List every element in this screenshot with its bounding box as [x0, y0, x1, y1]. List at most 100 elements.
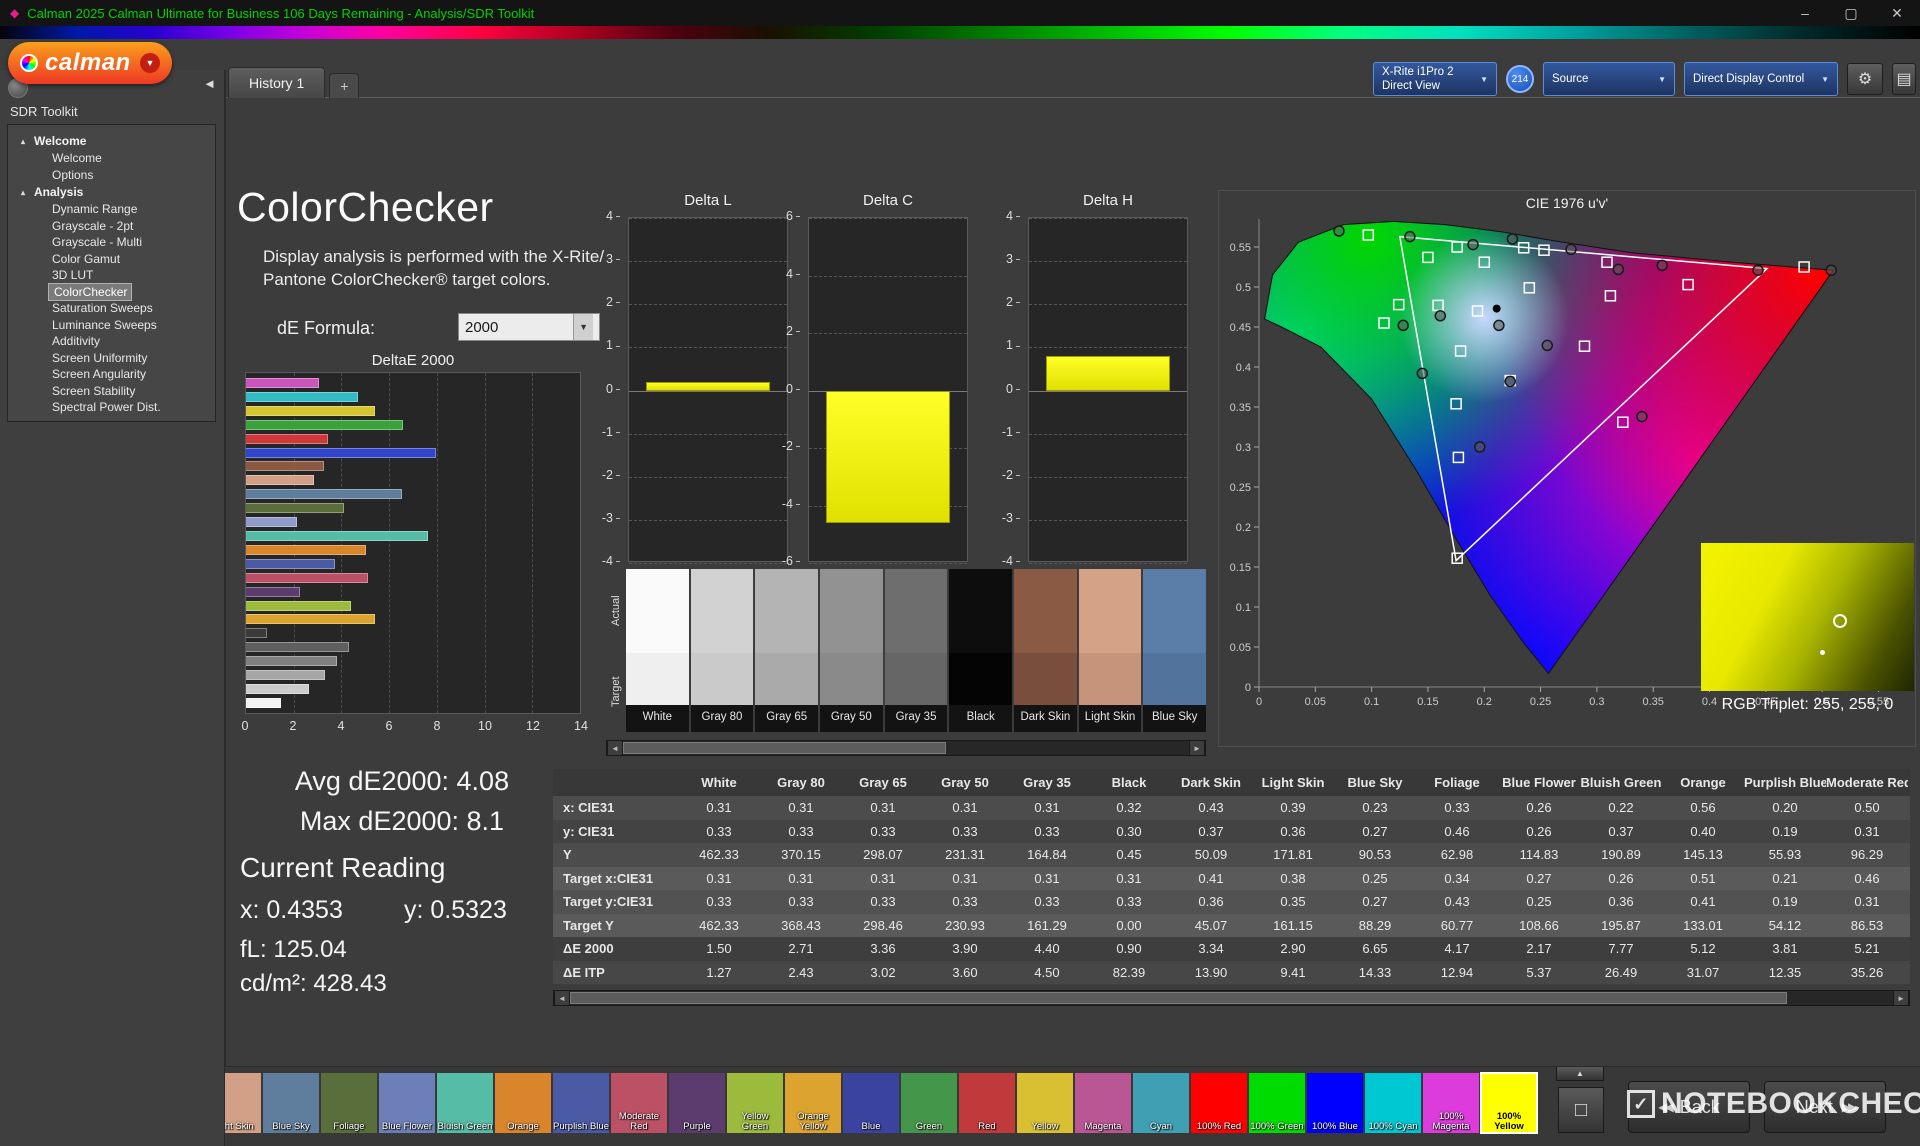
table-cell: 96.29 — [1826, 847, 1908, 862]
table-cell: 2.71 — [760, 941, 842, 956]
tree-item-dynamic-range[interactable]: Dynamic Range — [8, 201, 215, 218]
tree-section-analysis[interactable]: ▴Analysis — [8, 183, 215, 201]
table-cell: 0.21 — [1744, 871, 1826, 886]
chevron-down-icon: ▼ — [1813, 75, 1829, 84]
table-row-x-cie31: x: CIE310.310.310.310.310.310.320.430.39… — [553, 796, 1910, 820]
logo-dropdown-arrow-icon[interactable]: ▼ — [140, 53, 160, 73]
next-button[interactable]: Next ▶▶ — [1764, 1081, 1886, 1133]
patch-button-100-yellow[interactable]: 100% Yellow — [1481, 1073, 1537, 1133]
patch-button-100-green[interactable]: 100% Green — [1249, 1073, 1305, 1133]
measured-point — [1417, 368, 1427, 378]
patch-button-100-magenta[interactable]: 100% Magenta — [1423, 1073, 1479, 1133]
meter-count-badge[interactable]: 214 — [1506, 65, 1534, 93]
y-tick-label: 0.05 — [1230, 642, 1251, 654]
table-cell: 0.00 — [1088, 918, 1170, 933]
de-formula-select[interactable]: 2000 ▼ — [458, 313, 600, 341]
tree-item-screen-angularity[interactable]: Screen Angularity — [8, 366, 215, 383]
table-scroll-track[interactable] — [570, 991, 1893, 1005]
tree-item-screen-stability[interactable]: Screen Stability — [8, 383, 215, 400]
minimize-button[interactable]: – — [1782, 0, 1828, 26]
table-scroll-thumb[interactable] — [570, 992, 1787, 1004]
compare-scroll-thumb[interactable] — [623, 742, 946, 754]
display-control-dropdown[interactable]: Direct Display Control ▼ — [1684, 62, 1838, 96]
delta-h-plot — [1028, 217, 1188, 562]
scroll-right-icon[interactable]: ► — [1189, 741, 1205, 755]
patch-button-yellow[interactable]: Yellow — [1017, 1073, 1073, 1133]
patch-button-light-skin[interactable]: Light Skin — [225, 1073, 261, 1133]
table-cell: 7.77 — [1580, 941, 1662, 956]
patch-button-blue[interactable]: Blue — [843, 1073, 899, 1133]
patch-button-moderate-red[interactable]: Moderate Red — [611, 1073, 667, 1133]
calman-logo[interactable]: calman ▼ — [8, 42, 172, 84]
source-dropdown[interactable]: Source ▼ — [1543, 62, 1675, 96]
patch-bar-expand-button[interactable]: ▲ — [1556, 1066, 1604, 1081]
patch-button-bluish-green[interactable]: Bluish Green — [437, 1073, 493, 1133]
scroll-right-icon[interactable]: ► — [1893, 991, 1909, 1005]
tab-history-1[interactable]: History 1 — [228, 67, 325, 98]
deltae-bar-row — [246, 614, 574, 624]
tree-item-luminance-sweeps[interactable]: Luminance Sweeps — [8, 317, 215, 334]
maximize-button[interactable]: ▢ — [1828, 0, 1874, 26]
tree-item-grayscale-2pt[interactable]: Grayscale - 2pt — [8, 218, 215, 235]
patch-button-cyan[interactable]: Cyan — [1133, 1073, 1189, 1133]
tree-item-options[interactable]: Options — [8, 167, 215, 184]
settings-gear-button[interactable]: ⚙ — [1847, 63, 1883, 95]
chevron-down-icon: ▼ — [1650, 75, 1666, 84]
tree-item-color-gamut[interactable]: Color Gamut — [8, 251, 215, 268]
table-cell: 5.37 — [1498, 965, 1580, 980]
patch-button-purplish-blue[interactable]: Purplish Blue — [553, 1073, 609, 1133]
table-cell: 164.84 — [1006, 847, 1088, 862]
deltae-bar-row — [246, 642, 574, 652]
x-tick-label: 0.3 — [1589, 696, 1604, 708]
stop-measure-button[interactable]: □ — [1558, 1087, 1604, 1133]
table-cell: 3.02 — [842, 965, 924, 980]
table-cell: 0.31 — [1006, 871, 1088, 886]
tree-item-screen-uniformity[interactable]: Screen Uniformity — [8, 350, 215, 367]
meter-dropdown[interactable]: X-Rite i1Pro 2 Direct View ▼ — [1373, 62, 1497, 96]
table-scrollbar[interactable]: ◄ ► — [553, 990, 1910, 1006]
row-label: y: CIE31 — [553, 824, 678, 839]
table-cell: 12.35 — [1744, 965, 1826, 980]
patch-label: Dark Skin — [1014, 705, 1077, 732]
compare-scrollbar[interactable]: ◄ ► — [606, 740, 1206, 756]
tree-section-welcome[interactable]: ▴Welcome — [8, 132, 215, 150]
axis-tick-label: 14 — [574, 719, 588, 733]
patch-button-foliage[interactable]: Foliage — [321, 1073, 377, 1133]
tree-item-additivity[interactable]: Additivity — [8, 333, 215, 350]
axis-tick-label: 3 — [586, 252, 620, 266]
scroll-left-icon[interactable]: ◄ — [554, 991, 570, 1005]
back-button[interactable]: ◀◀ Back — [1628, 1081, 1750, 1133]
scroll-left-icon[interactable]: ◄ — [607, 741, 623, 755]
tree-item-colorchecker[interactable]: ColorChecker — [49, 284, 131, 301]
table-cell: 0.19 — [1744, 824, 1826, 839]
close-button[interactable]: ✕ — [1874, 0, 1920, 26]
axis-tick-label: 0 — [986, 382, 1020, 396]
patch-button-100-red[interactable]: 100% Red — [1191, 1073, 1247, 1133]
new-tab-button[interactable]: + — [329, 73, 359, 98]
patch-button-yellow-green[interactable]: Yellow Green — [727, 1073, 783, 1133]
patch-button-red[interactable]: Red — [959, 1073, 1015, 1133]
tree-item-grayscale-multi[interactable]: Grayscale - Multi — [8, 234, 215, 251]
patch-button-orange[interactable]: Orange — [495, 1073, 551, 1133]
tree-item-saturation-sweeps[interactable]: Saturation Sweeps — [8, 300, 215, 317]
patch-button-orange-yellow[interactable]: Orange Yellow — [785, 1073, 841, 1133]
sidebar-collapse-icon[interactable]: ◄ — [203, 76, 216, 91]
menu-button[interactable]: ▤ — [1892, 63, 1916, 95]
compare-scroll-track[interactable] — [623, 741, 1189, 755]
y-tick-label: 0.15 — [1230, 562, 1251, 574]
tree-item-3d-lut[interactable]: 3D LUT — [8, 267, 215, 284]
patch-button-green[interactable]: Green — [901, 1073, 957, 1133]
table-cell: 0.19 — [1744, 894, 1826, 909]
tree-item-spectral-power-dist[interactable]: Spectral Power Dist. — [8, 399, 215, 416]
patch-button-magenta[interactable]: Magenta — [1075, 1073, 1131, 1133]
patch-button-100-blue[interactable]: 100% Blue — [1307, 1073, 1363, 1133]
patch-button-100-cyan[interactable]: 100% Cyan — [1365, 1073, 1421, 1133]
patch-button-blue-sky[interactable]: Blue Sky — [263, 1073, 319, 1133]
table-cell: 0.27 — [1334, 894, 1416, 909]
table-cell: 0.22 — [1580, 800, 1662, 815]
tree-item-welcome[interactable]: Welcome — [8, 150, 215, 167]
patch-button-blue-flower[interactable]: Blue Flower — [379, 1073, 435, 1133]
patch-button-purple[interactable]: Purple — [669, 1073, 725, 1133]
patch-button-label: Blue Flower — [379, 1122, 435, 1132]
deltae-bar-gray-35 — [246, 642, 349, 652]
